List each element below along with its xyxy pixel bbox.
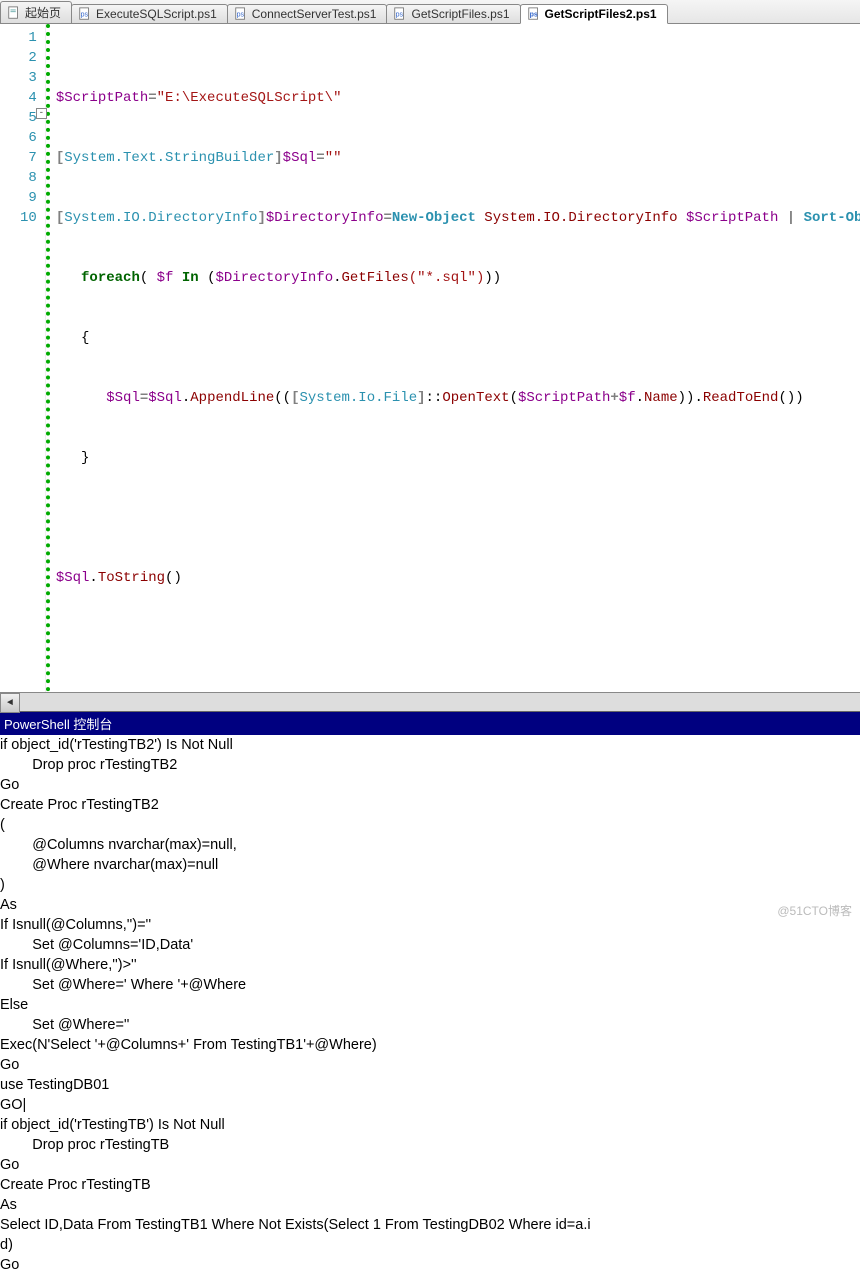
line-number: 7 (20, 148, 37, 168)
line-number: 4 (20, 88, 37, 108)
scroll-left-icon[interactable]: ◄ (0, 693, 20, 713)
tab-label: GetScriptFiles.ps1 (411, 7, 509, 21)
console-line: If Isnull(@Columns,'')='' (0, 915, 860, 935)
console-line: Drop proc rTestingTB (0, 1135, 860, 1155)
svg-text:ps: ps (236, 12, 244, 19)
console-panel-title: PowerShell 控制台 (0, 711, 860, 735)
line-number: 2 (20, 48, 37, 68)
fold-minus-icon[interactable]: - (36, 108, 47, 119)
code-line: $ScriptPath="E:\ExecuteSQLScript\" (56, 88, 860, 108)
console-line: Go (0, 1055, 860, 1075)
ps1-icon: ps (527, 7, 541, 21)
ps1-icon: ps (234, 7, 248, 21)
tab-start-page[interactable]: 起始页 (0, 1, 72, 23)
tab-label: ExecuteSQLScript.ps1 (96, 7, 217, 21)
line-number: 1 (20, 28, 37, 48)
ps1-icon: ps (393, 7, 407, 21)
console-line: d) (0, 1235, 860, 1255)
console-line: @Where nvarchar(max)=null (0, 855, 860, 875)
line-number: 9 (20, 188, 37, 208)
console-line: use TestingDB01 (0, 1075, 860, 1095)
console-line: ( (0, 815, 860, 835)
tab-label: GetScriptFiles2.ps1 (545, 7, 657, 21)
code-editor[interactable]: 1 2 3 4 5 6 7 8 9 10 - $ScriptPath="E:\E… (0, 24, 860, 692)
line-number: 8 (20, 168, 37, 188)
console-line: Set @Where=' Where '+@Where (0, 975, 860, 995)
svg-text:ps: ps (81, 12, 89, 19)
code-line: } (56, 448, 860, 468)
line-number-gutter: 1 2 3 4 5 6 7 8 9 10 (0, 24, 46, 692)
tab-getscriptfiles[interactable]: ps GetScriptFiles.ps1 (386, 4, 520, 23)
console-line: Create Proc rTestingTB2 (0, 795, 860, 815)
line-number: 5 (20, 108, 37, 128)
console-line: Go (0, 1255, 860, 1275)
console-line: GO| (0, 1095, 860, 1115)
ps1-icon: ps (78, 7, 92, 21)
code-line: $Sql.ToString() (56, 568, 860, 588)
console-line: As (0, 895, 860, 915)
watermark: @51CTO博客 (777, 902, 852, 919)
code-line (56, 508, 860, 528)
code-line: foreach( $f In ($DirectoryInfo.GetFiles(… (56, 268, 860, 288)
console-line: if object_id('rTestingTB') Is Not Null (0, 1115, 860, 1135)
console-line: Go (0, 775, 860, 795)
console-line: Create Proc rTestingTB (0, 1175, 860, 1195)
tab-connect-server[interactable]: ps ConnectServerTest.ps1 (227, 4, 388, 23)
page-icon (7, 6, 21, 20)
line-number: 10 (20, 208, 37, 228)
powershell-console-output[interactable]: if object_id('rTestingTB2') Is Not Null … (0, 735, 860, 1279)
svg-text:ps: ps (529, 12, 537, 19)
tab-label: ConnectServerTest.ps1 (252, 7, 377, 21)
code-body[interactable]: - $ScriptPath="E:\ExecuteSQLScript\" [Sy… (46, 24, 860, 692)
code-line: [System.IO.DirectoryInfo]$DirectoryInfo=… (56, 208, 860, 228)
line-number: 6 (20, 128, 37, 148)
console-line: Set @Where='' (0, 1015, 860, 1035)
console-line: If Isnull(@Where,'')>'' (0, 955, 860, 975)
code-line: [System.Text.StringBuilder]$Sql="" (56, 148, 860, 168)
console-line: Else (0, 995, 860, 1015)
console-line: Drop proc rTestingTB2 (0, 755, 860, 775)
console-line: @Columns nvarchar(max)=null, (0, 835, 860, 855)
tab-label: 起始页 (25, 4, 61, 21)
console-line: As (0, 1195, 860, 1215)
code-line (56, 628, 860, 648)
code-line: { (56, 328, 860, 348)
console-line: if object_id('rTestingTB2') Is Not Null (0, 735, 860, 755)
tab-execute-sql[interactable]: ps ExecuteSQLScript.ps1 (71, 4, 228, 23)
console-line: Exec(N'Select '+@Columns+' From TestingT… (0, 1035, 860, 1055)
line-number: 3 (20, 68, 37, 88)
tab-getscriptfiles2[interactable]: ps GetScriptFiles2.ps1 (520, 4, 668, 24)
horizontal-scrollbar[interactable]: ◄ (0, 692, 860, 711)
console-line: Select ID,Data From TestingTB1 Where Not… (0, 1215, 860, 1235)
code-line: $Sql=$Sql.AppendLine(([System.Io.File]::… (56, 388, 860, 408)
console-line: Go (0, 1155, 860, 1175)
console-line: Set @Columns='ID,Data' (0, 935, 860, 955)
tab-bar: 起始页 ps ExecuteSQLScript.ps1 ps ConnectSe… (0, 0, 860, 24)
console-line: ) (0, 875, 860, 895)
svg-text:ps: ps (396, 12, 404, 19)
